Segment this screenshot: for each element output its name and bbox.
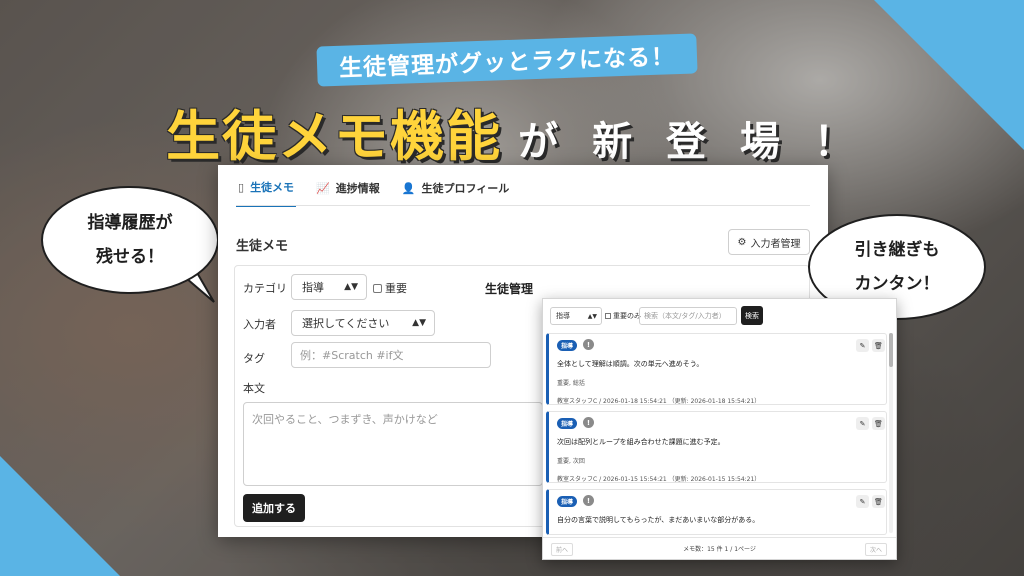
scrollbar-thumb[interactable]	[889, 333, 893, 367]
scrollbar[interactable]	[889, 333, 893, 533]
page-info: メモ数：15 件 1 / 1ページ	[683, 546, 756, 553]
tab-label: 生徒メモ	[250, 181, 295, 194]
memo-body: 全体として理解は順調。次の単元へ進めそう。	[557, 360, 704, 368]
important-checkbox[interactable]: 重要	[373, 280, 407, 296]
category-label: カテゴリ	[243, 282, 287, 295]
memo-search-placeholder: 検索（本文/タグ/入力者）	[644, 312, 726, 320]
filter-category-select[interactable]: 指導 ▲▼	[550, 307, 602, 325]
chart-icon: 📈	[316, 181, 330, 195]
headline-accent: 生徒メモ機能	[166, 105, 503, 168]
category-select[interactable]: 指導 ▲▼	[291, 274, 367, 300]
section-title: 生徒メモ	[236, 239, 289, 254]
filter-category-value: 指導	[556, 312, 570, 320]
author-select[interactable]: 選択してください ▲▼	[291, 310, 435, 336]
checkbox-box	[373, 283, 382, 293]
gear-icon: ⚙	[737, 236, 747, 248]
person-icon: 👤	[401, 181, 416, 195]
prev-page-button[interactable]: 前へ	[551, 543, 573, 556]
body-textarea[interactable]: 次回やること、つまずき、声かけなど	[243, 402, 543, 486]
bubble-right-line-1: 引き継ぎも	[854, 240, 940, 260]
category-badge: 指導	[557, 418, 578, 429]
author-value: 選択してください	[302, 317, 390, 330]
important-icon: !	[583, 495, 594, 506]
bubble-left-line-1: 指導履歴が	[87, 213, 173, 233]
memo-meta: 教室スタッフC / 2026-01-18 15:54:21 （更新: 2026-…	[557, 398, 761, 405]
chevron-updown-icon: ▲▼	[412, 318, 426, 328]
memo-tags: 重要, 総括	[557, 380, 585, 387]
memo-search-button[interactable]: 検索	[741, 306, 763, 325]
chevron-updown-icon: ▲▼	[587, 312, 597, 320]
important-icon: !	[583, 339, 594, 350]
category-badge: 指導	[557, 340, 578, 351]
author-manage-button[interactable]: ⚙ 入力者管理	[728, 229, 810, 255]
add-memo-button[interactable]: 追加する	[243, 494, 305, 522]
tab-label: 進捗情報	[335, 182, 380, 195]
tab-student-memo[interactable]: ▯ 生徒メモ	[236, 173, 297, 207]
important-icon: !	[583, 417, 594, 428]
memo-card: 指導 ! ✎ 🗑 全体として理解は順調。次の単元へ進めそう。 重要, 総括 教室…	[546, 333, 887, 405]
important-only-label: 重要のみ	[613, 312, 641, 320]
bubble-right-line-2: カンタン！	[854, 274, 940, 294]
chevron-updown-icon: ▲▼	[344, 282, 358, 292]
tag-input[interactable]: 例：#Scratch #if文	[291, 342, 491, 368]
bubble-left-line-2: 残せる！	[96, 247, 164, 267]
checkbox-box	[605, 313, 611, 319]
important-only-checkbox[interactable]: 重要のみ	[605, 311, 641, 321]
edit-pencil-icon[interactable]: ✎	[856, 495, 869, 508]
tag-placeholder: 例：#Scratch #if文	[300, 349, 404, 362]
body-label: 本文	[243, 382, 265, 395]
memo-tags: 重要, 次回	[557, 458, 585, 465]
tab-divider	[236, 205, 810, 206]
delete-trash-icon[interactable]: 🗑	[872, 495, 885, 508]
memo-icon: ▯	[238, 180, 245, 194]
memo-body: 自分の言葉で説明してもらったが、まだあいまいな部分がある。	[557, 516, 760, 524]
tab-label: 生徒プロフィール	[421, 182, 510, 195]
memo-list-window: 指導 ▲▼ 重要のみ 検索（本文/タグ/入力者） 検索 指導 ! ✎ 🗑 全体と…	[542, 298, 897, 560]
memo-card: 指導 ! ✎ 🗑 自分の言葉で説明してもらったが、まだあいまいな部分がある。	[546, 489, 887, 535]
memo-card: 指導 ! ✎ 🗑 次回は配列とループを組み合わせた課題に進む予定。 重要, 次回…	[546, 411, 887, 483]
next-page-button[interactable]: 次へ	[865, 543, 887, 556]
side-heading: 生徒管理	[485, 282, 534, 296]
memo-meta: 教室スタッフC / 2026-01-15 15:54:21 （更新: 2026-…	[557, 476, 761, 483]
category-badge: 指導	[557, 496, 578, 507]
author-label: 入力者	[243, 318, 276, 331]
speech-bubble-left: 指導履歴が 残せる！	[41, 186, 219, 294]
delete-trash-icon[interactable]: 🗑	[872, 417, 885, 430]
corner-decoration-bottom-left	[0, 456, 120, 576]
body-placeholder: 次回やること、つまずき、声かけなど	[252, 413, 438, 426]
tab-student-profile[interactable]: 👤 生徒プロフィール	[400, 173, 511, 207]
headline-rest: が 新 登 場 ！	[518, 119, 864, 165]
tab-bar: ▯ 生徒メモ 📈 進捗情報 👤 生徒プロフィール	[236, 173, 511, 207]
memo-body: 次回は配列とループを組み合わせた課題に進む予定。	[557, 438, 725, 446]
tag-label: タグ	[243, 352, 265, 365]
author-manage-label: 入力者管理	[750, 238, 801, 250]
category-value: 指導	[302, 281, 324, 294]
edit-pencil-icon[interactable]: ✎	[856, 339, 869, 352]
important-label: 重要	[385, 282, 407, 295]
tab-progress[interactable]: 📈 進捗情報	[314, 173, 382, 207]
delete-trash-icon[interactable]: 🗑	[872, 339, 885, 352]
memo-search-input[interactable]: 検索（本文/タグ/入力者）	[639, 307, 737, 325]
pagination: 前へ メモ数：15 件 1 / 1ページ 次へ	[543, 537, 896, 559]
headline: 生徒メモ機能 が 新 登 場 ！	[120, 92, 910, 168]
edit-pencil-icon[interactable]: ✎	[856, 417, 869, 430]
